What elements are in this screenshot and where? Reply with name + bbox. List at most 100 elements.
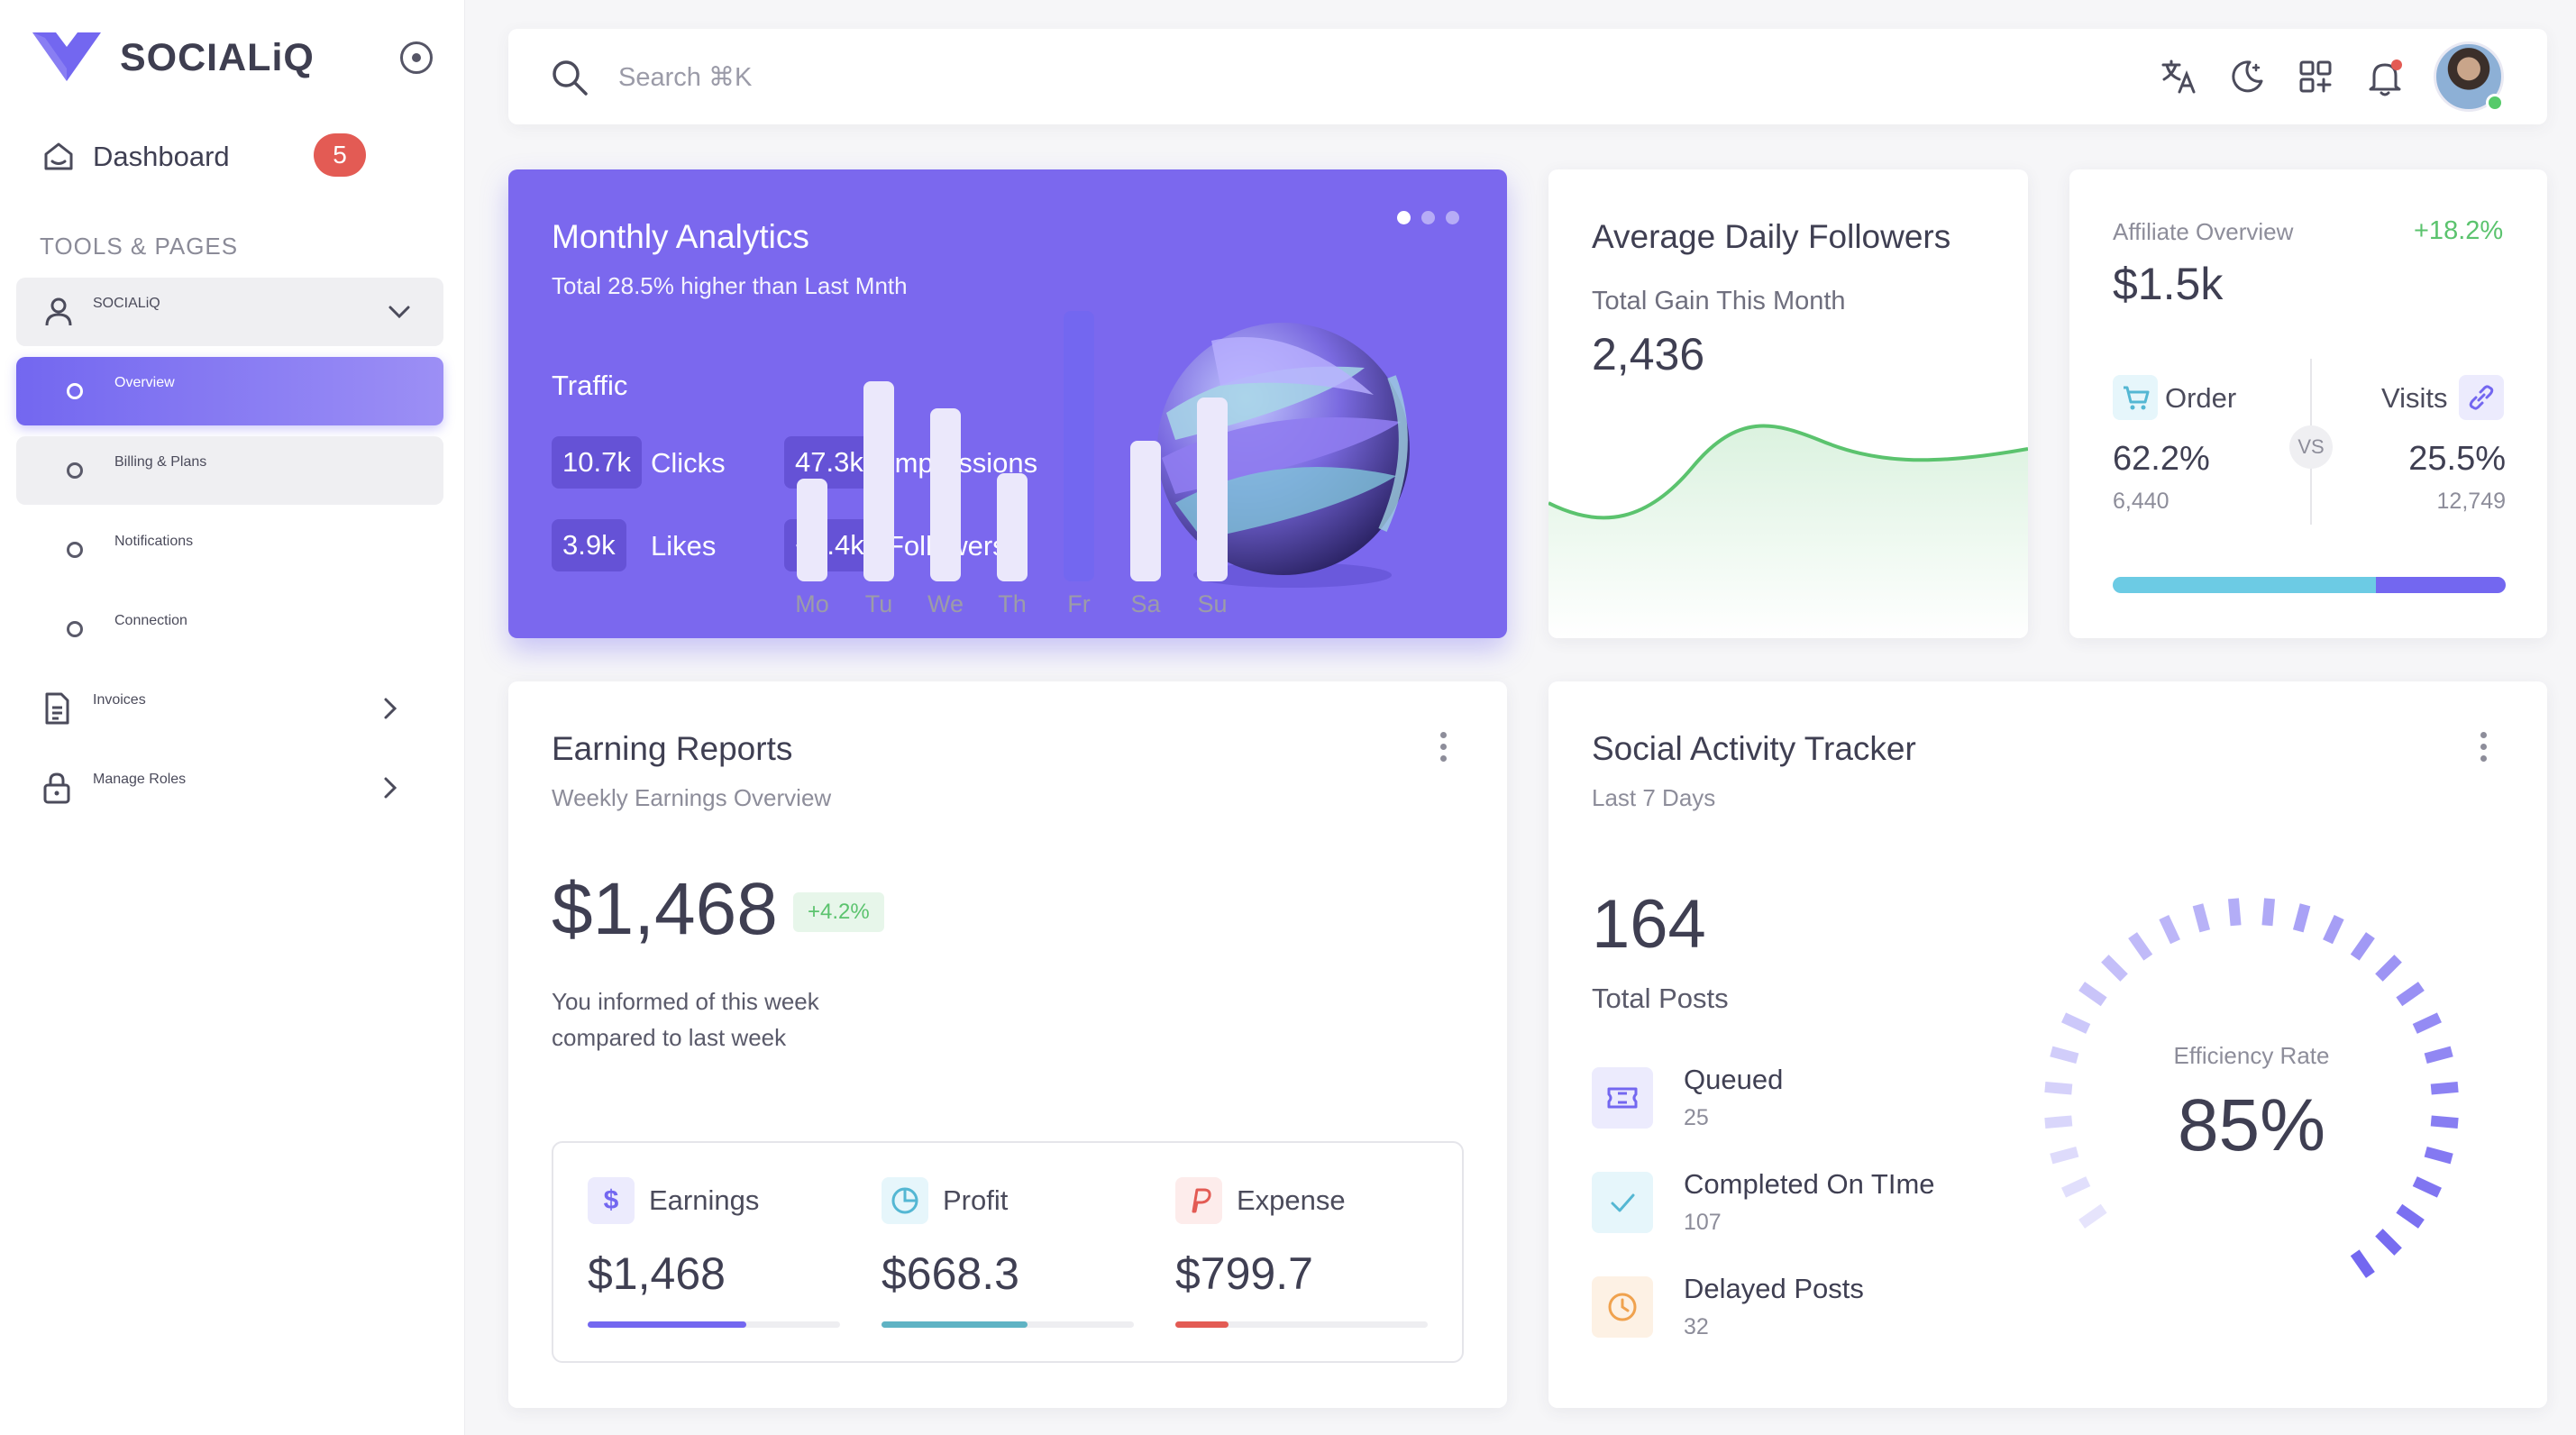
dashboard-badge: 5 [314,133,366,177]
sidebar-item-invoices[interactable]: Invoices [16,674,443,743]
gauge-tick [2192,903,2211,933]
file-icon [45,692,69,725]
more-options-icon[interactable] [2480,732,2488,767]
search-icon[interactable] [550,58,589,97]
social-activity-card: Social Activity Tracker Last 7 Days 164 … [1548,681,2547,1408]
bar-fr[interactable] [1064,311,1094,581]
sidebar-item-dashboard[interactable]: Dashboard [16,123,443,191]
gauge-tick [2375,1229,2402,1256]
sidebar-item-manage-roles[interactable]: Manage Roles [16,754,443,822]
brand-name[interactable]: SOCIALiQ [120,32,315,83]
bar-we[interactable] [930,408,961,581]
section-title: TOOLS & PAGES [40,233,239,260]
gauge-tick [2128,932,2153,961]
stat-value: $1,468 [588,1248,726,1299]
card-subtitle: Total Gain This Month [1592,287,1846,315]
carousel-dot[interactable] [1397,211,1411,224]
gauge-tick [2261,898,2276,927]
gauge-tick [2323,915,2344,945]
pie-chart-icon [882,1177,928,1224]
search-input[interactable]: Search ⌘K [618,61,752,93]
apps-icon[interactable] [2297,58,2334,96]
circle-icon [67,542,83,558]
activity-value: 32 [1684,1314,1709,1339]
gauge-tick [2078,1203,2107,1229]
sidebar-item-label: Manage Roles [93,772,187,787]
stat-value: 3.9k [552,519,626,571]
affiliate-value: $1.5k [2113,259,2224,309]
gauge-tick [2430,1115,2459,1129]
card-title: Average Daily Followers [1592,218,1951,255]
sidebar: SOCIALiQ Dashboard 5 TOOLS & PAGES SOCIA… [0,0,465,1435]
stat-value: $668.3 [882,1248,1019,1299]
stat-value: $799.7 [1175,1248,1313,1299]
gauge-tick [2375,955,2402,982]
visits-count: 12,749 [2436,489,2506,514]
activity-label: Completed On TIme [1684,1168,1935,1200]
collapse-sidebar-button[interactable] [400,41,433,74]
sidebar-item-label: Notifications [114,534,194,549]
gauge-tick [2350,932,2375,961]
card-title: Social Activity Tracker [1592,730,1916,767]
chevron-right-icon [384,777,397,799]
day-label: Fr [1067,590,1091,617]
clock-icon [1592,1276,1653,1338]
sidebar-item-billing[interactable]: Billing & Plans [16,436,443,505]
visits-share-bar [2376,577,2506,593]
sidebar-item-notifications[interactable]: Notifications [16,516,443,584]
bell-icon[interactable] [2365,58,2405,97]
sidebar-item-connection[interactable]: Connection [16,595,443,663]
carousel-dot[interactable] [1421,211,1435,224]
card-title: Monthly Analytics [552,218,809,255]
day-label: Su [1197,590,1228,617]
order-percent: 62.2% [2113,440,2210,478]
order-visits-progress [2113,577,2506,593]
circle-icon [67,383,83,399]
followers-card: Average Daily Followers Total Gain This … [1548,169,2028,638]
carousel-indicators[interactable] [1397,211,1470,229]
card-subtitle: Weekly Earnings Overview [552,784,832,811]
gauge-tick [2396,1203,2425,1229]
translate-icon[interactable] [2160,58,2197,96]
gauge-label: Efficiency Rate [2173,1042,2330,1069]
stat-value: 10.7k [552,436,642,489]
activity-label: Delayed Posts [1684,1273,1864,1304]
day-label: Sa [1130,590,1161,617]
gauge-tick [2101,955,2128,982]
home-icon [44,142,73,170]
bar-th[interactable] [997,473,1028,581]
check-icon [1592,1172,1653,1233]
stat-label: Likes [651,530,717,562]
sidebar-group-socialiq[interactable]: SOCIALiQ [16,278,443,346]
chevron-down-icon [388,306,410,319]
stat-label: Clicks [651,447,726,479]
gauge-tick [2412,1012,2442,1034]
link-icon [2459,375,2504,420]
bar-tu[interactable] [863,381,894,581]
day-label: Mo [795,590,829,617]
note-line-1: You informed of this week [552,988,819,1015]
gauge-tick [2412,1176,2442,1198]
paypal-icon [1175,1177,1222,1224]
total-posts-label: Total Posts [1592,983,1729,1014]
brand-logo[interactable] [32,32,101,81]
affiliate-overview-card: Affiliate Overview +18.2% $1.5k Order Vi… [2069,169,2547,638]
total-posts-value: 164 [1592,886,1706,963]
visits-label: Visits [2381,382,2448,414]
bar-su[interactable] [1197,398,1228,581]
order-share-bar [2113,577,2377,593]
gauge-tick [2044,1081,2073,1095]
sidebar-item-overview[interactable]: Overview [16,357,443,425]
more-options-icon[interactable] [1440,732,1448,767]
sidebar-item-label: Invoices [93,692,146,708]
sidebar-item-label: Overview [114,375,175,390]
moon-icon[interactable] [2228,58,2266,96]
progress-fill [1175,1321,1229,1328]
bar-sa[interactable] [1130,441,1161,581]
carousel-dot[interactable] [1446,211,1459,224]
dollar-icon: $ [588,1177,635,1224]
change-badge: +4.2% [793,892,884,932]
chevron-right-icon [384,698,397,719]
bar-mo[interactable] [797,479,827,581]
card-subtitle: Last 7 Days [1592,784,1716,811]
